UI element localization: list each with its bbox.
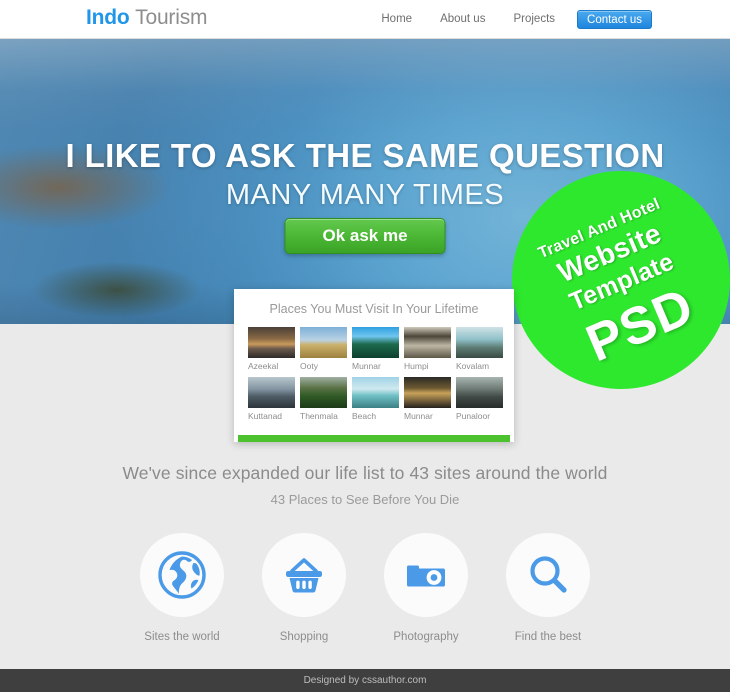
feature-sites-the-world[interactable]: Sites the world [140, 533, 224, 643]
place-thumbnail[interactable] [300, 327, 347, 358]
feature-shopping[interactable]: Shopping [262, 533, 346, 643]
place-item[interactable]: Ooty [300, 327, 347, 371]
logo-suffix: Tourism [135, 6, 208, 29]
place-label: Thenmala [300, 411, 338, 421]
promo-badge: Travel And Hotel Website Template PSD [512, 171, 730, 389]
basket-icon [286, 558, 322, 593]
globe-icon [158, 551, 206, 599]
places-grid: Azeekal Ooty Munnar Humpi Kovalam Kuttan… [234, 327, 514, 433]
place-item[interactable]: Kovalam [456, 327, 503, 371]
feature-label: Find the best [514, 631, 582, 643]
places-card: Places You Must Visit In Your Lifetime A… [234, 289, 514, 442]
places-card-title: Places You Must Visit In Your Lifetime [269, 302, 479, 316]
intro-subheadline: 43 Places to See Before You Die [270, 492, 460, 507]
place-label: Kuttanad [248, 411, 283, 421]
intro-headline: We've since expanded our life list to 43… [122, 463, 608, 483]
place-item[interactable]: Thenmala [300, 377, 347, 421]
feature-label: Sites the world [144, 631, 220, 643]
feature-photography[interactable]: Photography [384, 533, 468, 643]
features-section: Sites the world Shopping Photography Fin… [0, 533, 730, 643]
feature-icon-circle [384, 533, 468, 617]
place-item[interactable]: Munnar [352, 327, 399, 371]
search-icon [530, 556, 567, 593]
place-item[interactable]: Humpi [404, 327, 451, 371]
nav-item-contact-us[interactable]: Contact us [577, 10, 652, 29]
page-root: Indo Tourism Home About us Projects Cont… [0, 0, 730, 692]
feature-icon-circle [506, 533, 590, 617]
feature-find-the-best[interactable]: Find the best [506, 533, 590, 643]
feature-icon-circle [140, 533, 224, 617]
site-logo[interactable]: Indo Tourism [86, 6, 207, 30]
place-thumbnail[interactable] [248, 377, 295, 408]
place-item[interactable]: Kuttanad [248, 377, 295, 421]
promo-badge-text: Travel And Hotel Website Template PSD [512, 171, 730, 389]
logo-brand: Indo [86, 6, 130, 29]
site-header: Indo Tourism Home About us Projects Cont… [0, 0, 730, 39]
place-thumbnail[interactable] [456, 327, 503, 358]
places-row: Azeekal Ooty Munnar Humpi Kovalam [248, 327, 503, 371]
place-label: Ooty [300, 361, 318, 371]
feature-label: Photography [393, 631, 459, 643]
place-label: Munnar [352, 361, 381, 371]
site-footer: Designed by cssauthor.com [0, 669, 730, 692]
place-label: Azeekal [248, 361, 279, 371]
places-row: Kuttanad Thenmala Beach Munnar Punaloor [248, 377, 503, 421]
nav-item-home[interactable]: Home [367, 0, 426, 39]
place-label: Kovalam [456, 361, 490, 371]
place-thumbnail[interactable] [352, 327, 399, 358]
place-item[interactable]: Beach [352, 377, 399, 421]
places-card-accent-bar [238, 435, 510, 442]
intro-section: We've since expanded our life list to 43… [0, 463, 730, 507]
feature-label: Shopping [279, 631, 329, 643]
place-thumbnail[interactable] [404, 327, 451, 358]
main-navigation: Home About us Projects Contact us [367, 0, 652, 39]
place-item[interactable]: Punaloor [456, 377, 503, 421]
place-thumbnail[interactable] [404, 377, 451, 408]
place-thumbnail[interactable] [300, 377, 347, 408]
camera-icon [407, 565, 445, 587]
place-thumbnail[interactable] [456, 377, 503, 408]
place-thumbnail[interactable] [248, 327, 295, 358]
hero-title: I LIKE TO ASK THE SAME QUESTION [65, 137, 665, 174]
feature-icon-circle [262, 533, 346, 617]
nav-item-about-us[interactable]: About us [426, 0, 499, 39]
place-label: Humpi [404, 361, 429, 371]
place-label: Punaloor [456, 411, 491, 421]
place-thumbnail[interactable] [352, 377, 399, 408]
place-label: Munnar [404, 411, 433, 421]
place-item[interactable]: Munnar [404, 377, 451, 421]
nav-item-projects[interactable]: Projects [499, 0, 569, 39]
place-item[interactable]: Azeekal [248, 327, 295, 371]
place-label: Beach [352, 411, 377, 421]
hero-cta-button[interactable]: Ok ask me [284, 218, 446, 254]
